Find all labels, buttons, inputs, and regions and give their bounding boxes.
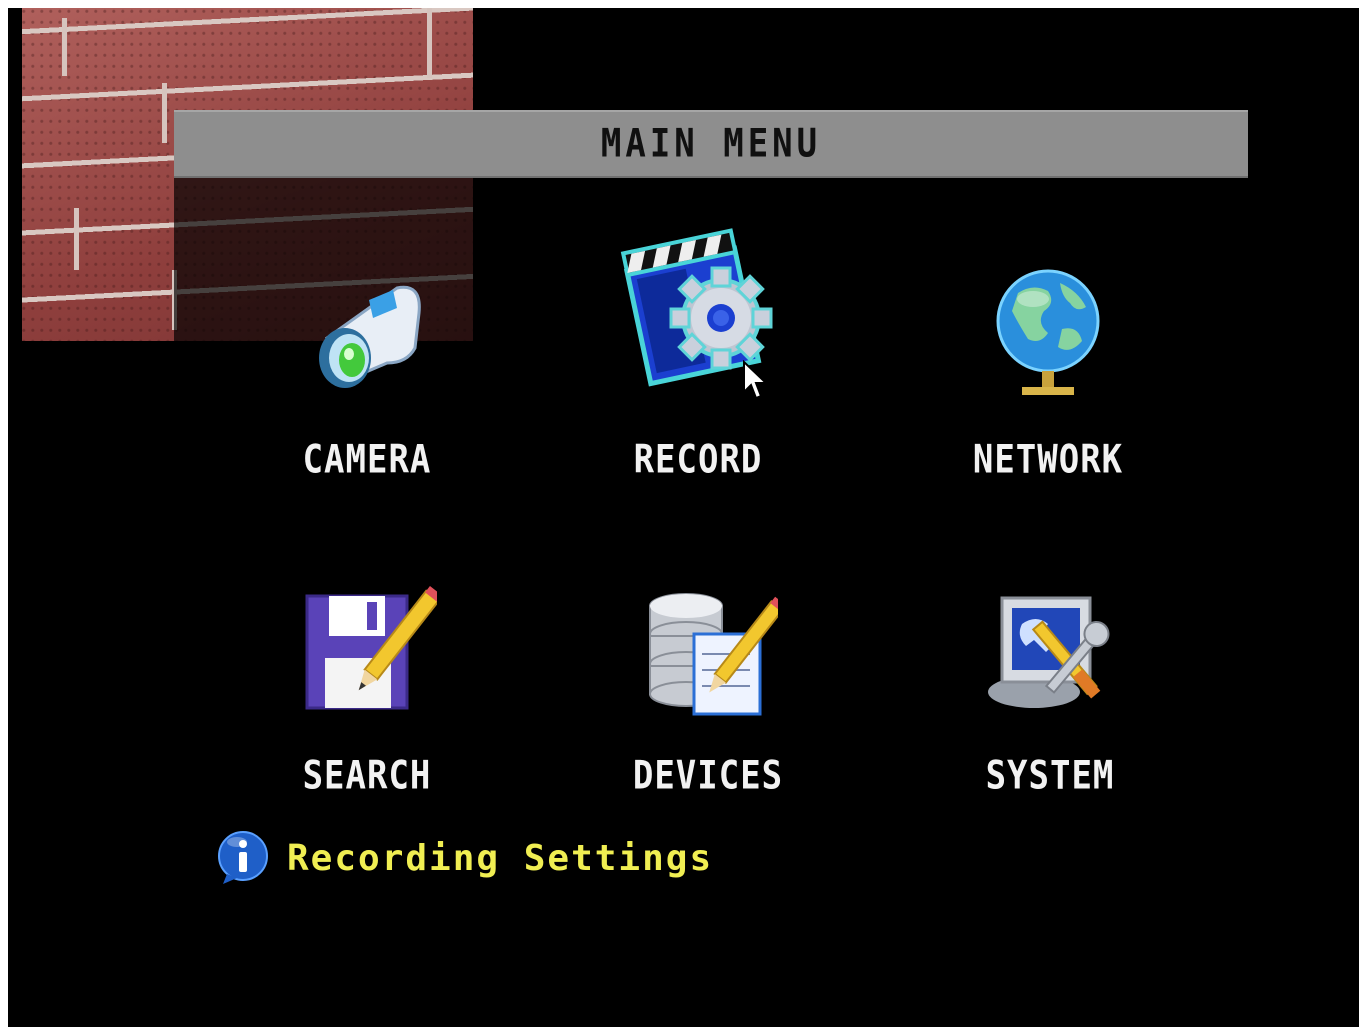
menu-item-label: RECORD bbox=[633, 437, 763, 483]
menu-item-system[interactable]: SYSTEM bbox=[940, 584, 1160, 804]
search-floppy-icon bbox=[305, 586, 437, 710]
info-icon bbox=[218, 831, 268, 884]
menu-item-label: CAMERA bbox=[302, 437, 432, 483]
dvr-screen: MAIN MENU CAMERA RECORD NETWORK SEARCH D… bbox=[8, 8, 1359, 1027]
menu-item-label: NETWORK bbox=[972, 437, 1124, 483]
menu-item-label: SYSTEM bbox=[985, 753, 1115, 799]
menu-item-devices[interactable]: DEVICES bbox=[598, 584, 818, 804]
menu-item-network[interactable]: NETWORK bbox=[938, 263, 1158, 483]
menu-item-label: SEARCH bbox=[302, 753, 432, 799]
system-tools-icon bbox=[988, 596, 1110, 708]
mouse-cursor-icon bbox=[743, 360, 768, 400]
menu-item-camera[interactable]: CAMERA bbox=[257, 268, 477, 488]
menu-item-label: DEVICES bbox=[632, 753, 784, 799]
menu-item-search[interactable]: SEARCH bbox=[257, 584, 477, 804]
camera-icon bbox=[319, 285, 421, 388]
page-title: MAIN MENU bbox=[600, 121, 822, 167]
network-globe-icon bbox=[996, 269, 1100, 395]
title-bar: MAIN MENU bbox=[174, 110, 1248, 178]
status-hint-text: Recording Settings bbox=[287, 837, 714, 879]
devices-database-icon bbox=[649, 593, 778, 716]
menu-item-record[interactable]: RECORD bbox=[588, 218, 808, 483]
status-hint: Recording Settings bbox=[215, 830, 713, 886]
